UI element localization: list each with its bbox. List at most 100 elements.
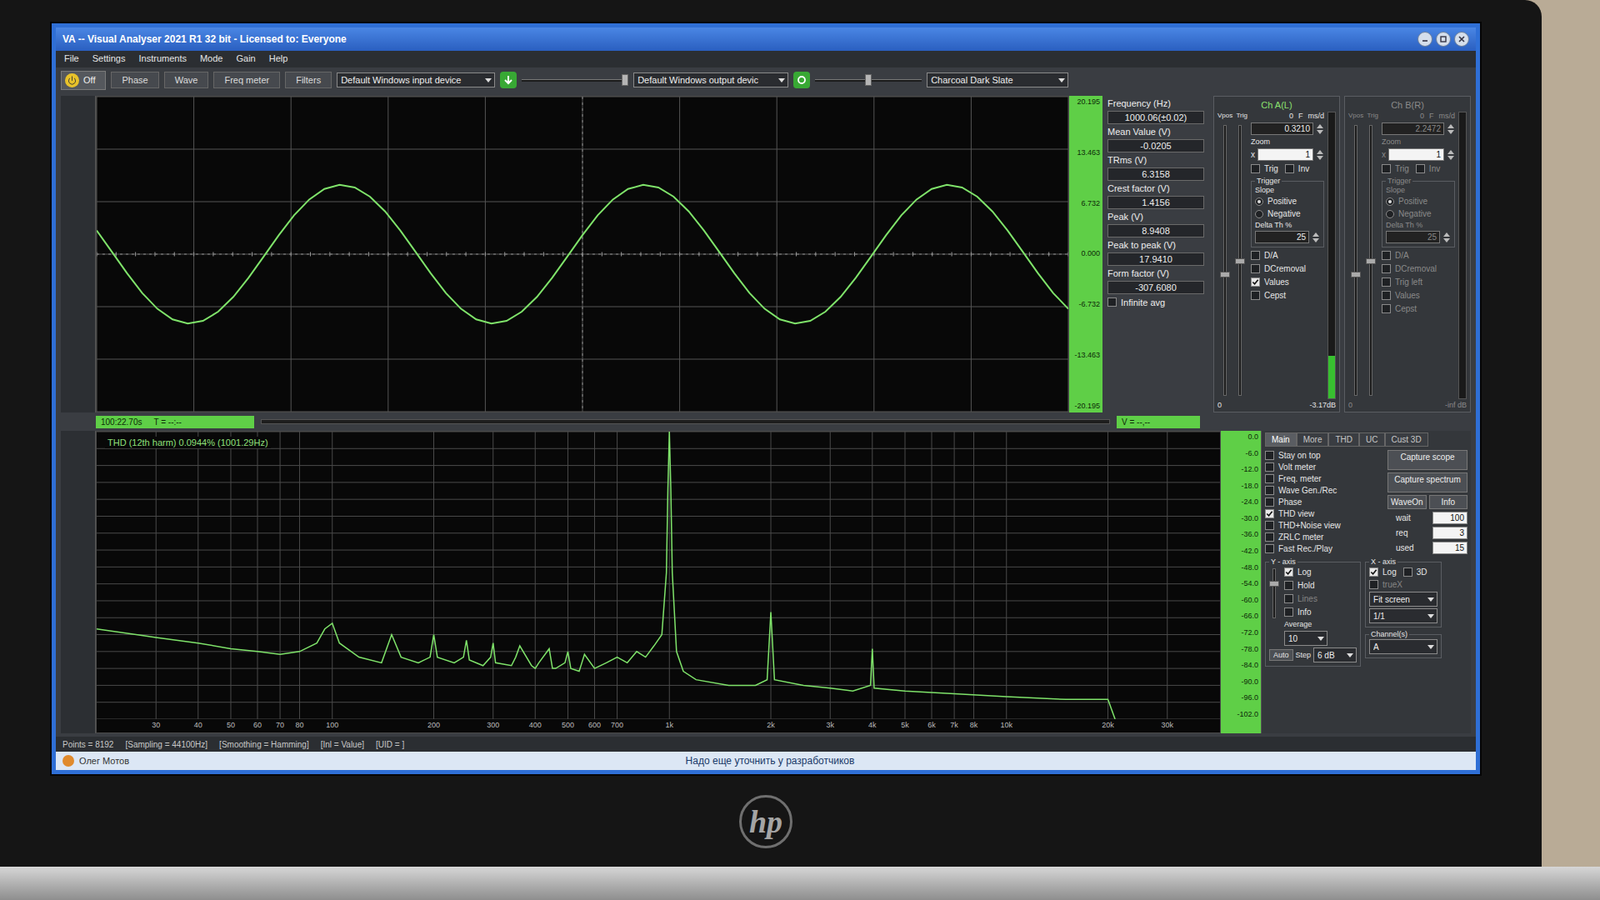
slope-radio-row[interactable]: Positive — [1255, 195, 1320, 207]
trigger-option-row[interactable]: Trig — [1381, 163, 1410, 175]
vpos-slider[interactable] — [1354, 125, 1358, 396]
channel-option-row[interactable]: DCremoval — [1250, 263, 1325, 275]
spinner[interactable] — [1315, 124, 1325, 135]
delta-field[interactable]: 25 — [1385, 230, 1440, 244]
delta-field[interactable]: 25 — [1255, 230, 1310, 244]
checkbox[interactable] — [1265, 532, 1275, 542]
action-button[interactable]: Info — [1429, 495, 1468, 510]
time-spin-label[interactable]: 0 — [1289, 111, 1294, 120]
channel-option-row[interactable]: Values — [1250, 276, 1325, 288]
ratio-dropdown[interactable]: 1/1 — [1369, 608, 1438, 624]
infinite-avg-row[interactable]: Infinite avg — [1107, 296, 1205, 308]
slider-knob[interactable] — [621, 74, 629, 86]
time-spin-label[interactable]: F — [1298, 111, 1304, 120]
capture-button[interactable]: Capture scope — [1387, 450, 1468, 470]
checkbox[interactable] — [1250, 264, 1260, 274]
radio[interactable] — [1255, 197, 1264, 206]
checkbox[interactable] — [1381, 250, 1391, 260]
checkbox[interactable] — [1284, 580, 1294, 590]
view-option-row[interactable]: Freq. meter — [1265, 473, 1383, 485]
slope-radio-row[interactable]: Negative — [1255, 208, 1320, 220]
vpos-slider[interactable] — [1223, 125, 1227, 396]
slope-radio-row[interactable]: Positive — [1385, 195, 1451, 207]
side-tab[interactable]: UC — [1359, 432, 1385, 447]
slider-knob[interactable] — [1365, 258, 1376, 265]
checkbox[interactable] — [1250, 277, 1260, 287]
channel-option-row[interactable]: Trig left — [1381, 276, 1455, 288]
checkbox[interactable] — [1265, 497, 1275, 507]
menu-item[interactable]: Gain — [235, 53, 255, 65]
channel-dropdown[interactable]: A — [1369, 639, 1438, 655]
zoom-field[interactable]: 1 — [1388, 148, 1445, 161]
checkbox[interactable] — [1250, 250, 1260, 260]
input-level-slider[interactable] — [521, 73, 629, 87]
slider-knob[interactable] — [1220, 271, 1230, 278]
channel-option-row[interactable]: DCremoval — [1381, 263, 1455, 275]
field-value[interactable]: 100 — [1432, 511, 1468, 525]
side-tab[interactable]: Cust 3D — [1385, 432, 1429, 447]
x-axis-option-row[interactable]: trueX — [1369, 579, 1438, 590]
maximize-button[interactable] — [1435, 31, 1451, 47]
action-button[interactable]: WaveOn — [1387, 495, 1427, 510]
radio[interactable] — [1255, 210, 1264, 219]
time-spin-label[interactable]: F — [1429, 111, 1435, 120]
checkbox[interactable] — [1403, 567, 1413, 577]
slider-knob[interactable] — [1350, 271, 1361, 278]
minimize-button[interactable] — [1417, 31, 1433, 47]
close-button[interactable] — [1454, 31, 1470, 47]
view-option-row[interactable]: THD+Noise view — [1265, 520, 1383, 531]
channel-option-row[interactable]: Cepst — [1381, 303, 1455, 315]
checkbox[interactable] — [1265, 509, 1275, 519]
menu-item[interactable]: Settings — [92, 53, 126, 65]
trigger-slider[interactable] — [1238, 125, 1242, 396]
menu-item[interactable]: File — [64, 53, 80, 65]
view-option-row[interactable]: THD view — [1265, 508, 1383, 520]
field-value[interactable]: 3 — [1432, 526, 1468, 540]
auto-button[interactable]: Auto — [1269, 649, 1294, 661]
side-tab[interactable]: More — [1296, 432, 1330, 447]
checkbox[interactable] — [1265, 474, 1275, 484]
view-option-row[interactable]: Wave Gen./Rec — [1265, 485, 1383, 496]
field-value[interactable]: 15 — [1432, 541, 1468, 555]
average-dropdown[interactable]: 10 — [1284, 630, 1328, 646]
view-option-row[interactable]: Fast Rec./Play — [1265, 543, 1383, 555]
trigger-slider[interactable] — [1369, 125, 1373, 396]
time-spin-label[interactable]: ms/d — [1307, 111, 1325, 120]
menu-item[interactable]: Mode — [200, 53, 224, 65]
checkbox[interactable] — [1107, 297, 1117, 307]
output-icon[interactable] — [793, 71, 810, 89]
y-axis-option-row[interactable]: Hold — [1284, 580, 1328, 591]
capture-button[interactable]: Capture spectrum — [1387, 472, 1468, 493]
y-axis-option-row[interactable]: Info — [1284, 606, 1328, 618]
checkbox[interactable] — [1265, 462, 1275, 472]
checkbox[interactable] — [1265, 544, 1275, 554]
spinner[interactable] — [1442, 232, 1451, 243]
x-axis-option-row[interactable]: 3D — [1403, 566, 1428, 578]
checkbox[interactable] — [1415, 164, 1425, 174]
checkbox[interactable] — [1250, 290, 1260, 300]
channel-option-row[interactable]: Values — [1381, 290, 1455, 301]
scroll-track[interactable] — [260, 419, 1110, 425]
step-dropdown[interactable]: 6 dB — [1313, 647, 1357, 663]
view-option-row[interactable]: Phase — [1265, 496, 1383, 508]
radio[interactable] — [1385, 210, 1395, 219]
output-device-dropdown[interactable]: Default Windows output devic — [633, 72, 789, 88]
checkbox[interactable] — [1381, 304, 1391, 314]
timebase-field[interactable]: 0.3210 — [1250, 122, 1314, 135]
channel-option-row[interactable]: Cepst — [1250, 290, 1325, 301]
output-level-slider[interactable] — [815, 73, 922, 87]
tool-tab[interactable]: Phase — [110, 71, 159, 89]
checkbox[interactable] — [1381, 264, 1391, 274]
trigger-option-row[interactable]: Trig — [1250, 163, 1279, 175]
y-axis-option-row[interactable]: Lines — [1284, 593, 1328, 605]
spinner[interactable] — [1446, 150, 1455, 160]
checkbox[interactable] — [1284, 607, 1294, 617]
slider-knob[interactable] — [1269, 580, 1280, 587]
tool-tab[interactable]: Freq meter — [213, 71, 280, 89]
channel-option-row[interactable]: D/A — [1381, 250, 1455, 261]
radio[interactable] — [1385, 197, 1395, 206]
y-axis-slider[interactable] — [1272, 568, 1276, 619]
channel-option-row[interactable]: D/A — [1250, 250, 1325, 261]
checkbox[interactable] — [1284, 567, 1294, 577]
spinner[interactable] — [1446, 124, 1455, 135]
